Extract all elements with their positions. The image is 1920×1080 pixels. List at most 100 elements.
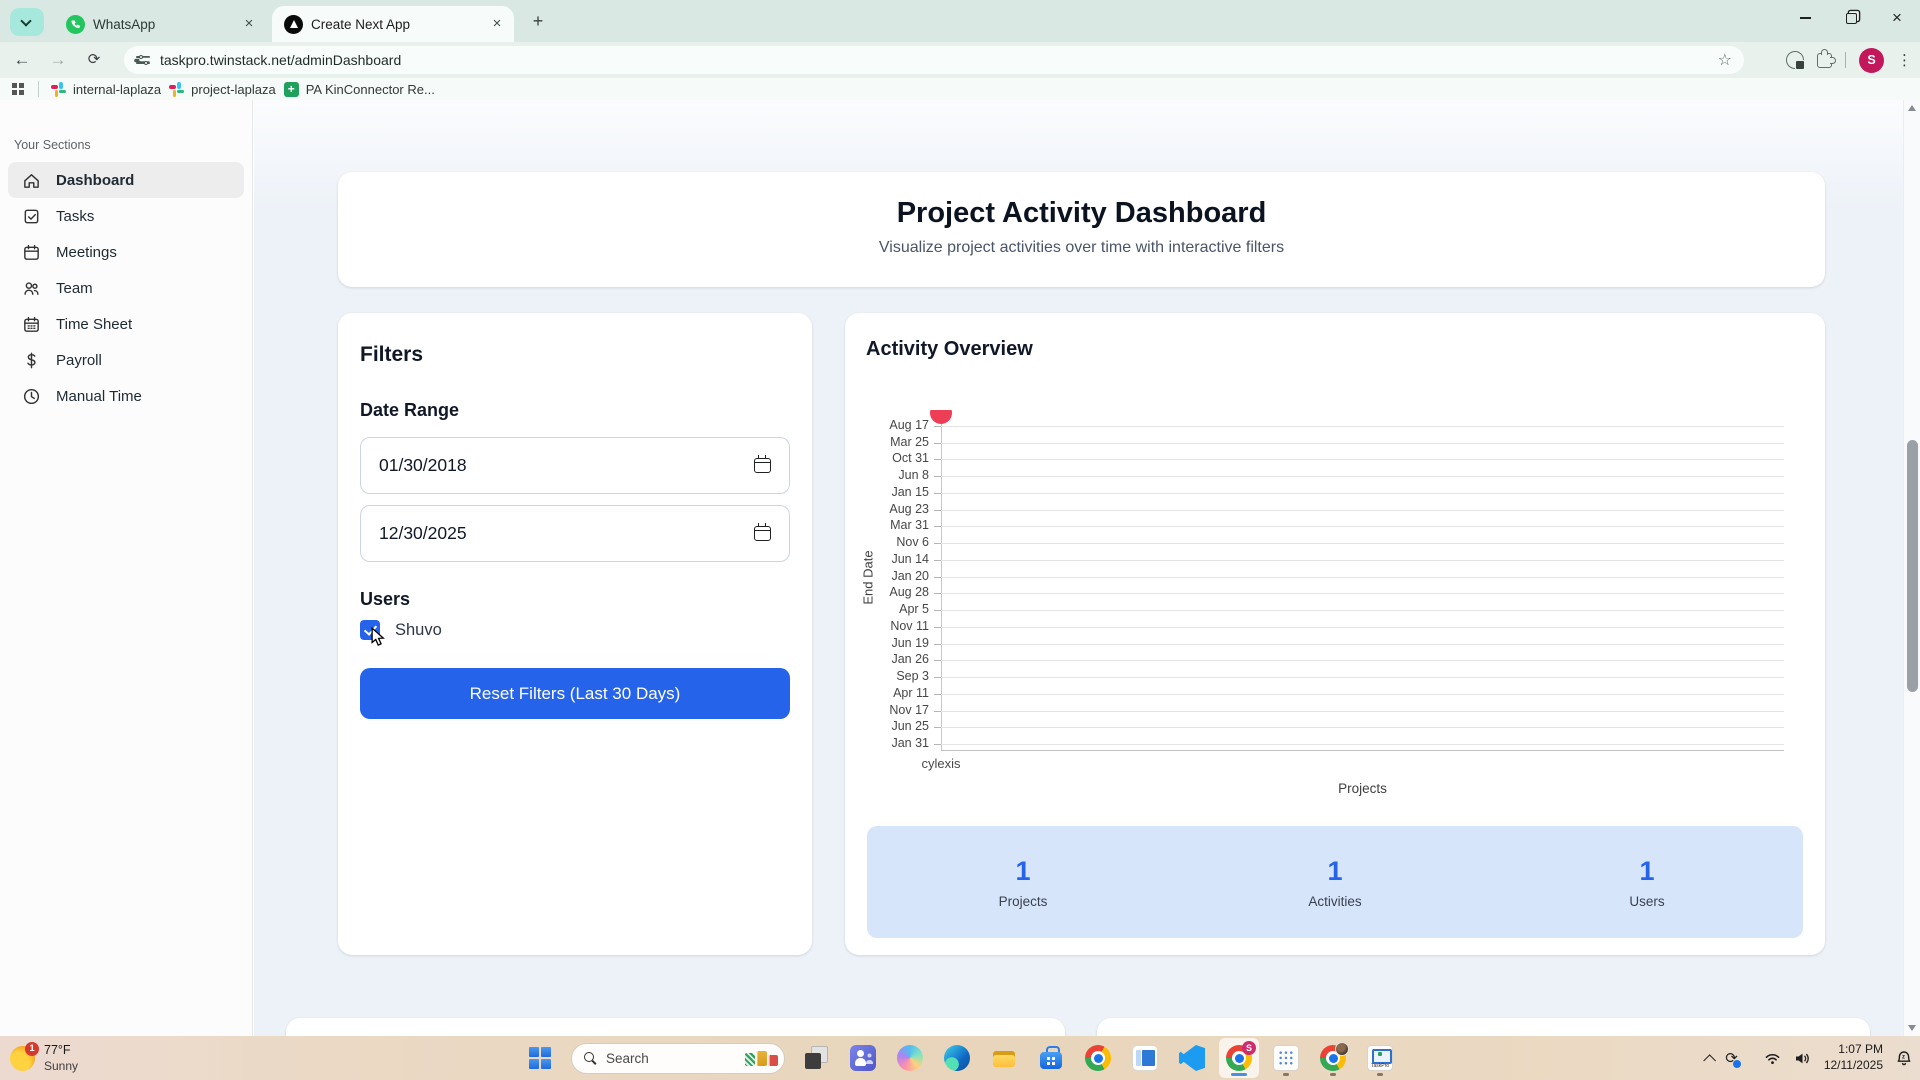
wifi-icon[interactable]	[1764, 1051, 1781, 1065]
chart-gridline	[941, 694, 1784, 695]
photos-app-button[interactable]	[1125, 1038, 1165, 1078]
profile-avatar[interactable]: S	[1859, 48, 1884, 73]
file-explorer-app-button[interactable]	[984, 1038, 1024, 1078]
stat-label: Activities	[1179, 894, 1491, 909]
extensions-icon[interactable]	[1817, 53, 1832, 68]
reset-filters-button[interactable]: Reset Filters (Last 30 Days)	[360, 668, 790, 719]
teams-app-button[interactable]	[843, 1038, 883, 1078]
sidebar-item-team[interactable]: Team	[8, 270, 244, 306]
minimize-button[interactable]	[1782, 0, 1828, 36]
chrome-avatar-app-button[interactable]	[1313, 1038, 1353, 1078]
whatsapp-icon	[66, 15, 85, 34]
start-button[interactable]	[520, 1038, 560, 1078]
running-app-indicator	[1377, 1073, 1383, 1076]
sidebar-item-manual-time[interactable]: Manual Time	[8, 378, 244, 414]
snip-layers-app-button[interactable]	[796, 1038, 836, 1078]
chart-x-tick-label: cylexis	[891, 756, 991, 771]
edge-app-button[interactable]	[937, 1038, 977, 1078]
stat-value: 1	[1179, 856, 1491, 887]
toolbar-right: S ⋮	[1786, 46, 1912, 74]
restore-button[interactable]	[1828, 0, 1874, 36]
bookmark-item[interactable]: internal-laplaza	[51, 82, 161, 97]
volume-icon[interactable]	[1794, 1051, 1811, 1066]
vscode-app-button[interactable]	[1172, 1038, 1212, 1078]
weather-widget[interactable]: 1 77°F Sunny	[10, 1036, 78, 1080]
taskpro-app-button[interactable]: TaskPro	[1360, 1038, 1400, 1078]
chart-y-tick-label: Aug 23	[845, 502, 929, 516]
main-content: Project Activity Dashboard Visualize pro…	[254, 100, 1903, 1036]
reload-button[interactable]: ⟳	[80, 46, 108, 74]
close-icon[interactable]: ×	[240, 15, 258, 33]
sidebar-item-payroll[interactable]: Payroll	[8, 342, 244, 378]
page-scrollbar[interactable]	[1903, 100, 1920, 1036]
close-icon[interactable]: ×	[488, 15, 506, 33]
page-subtitle: Visualize project activities over time w…	[338, 239, 1825, 257]
chrome-app-button[interactable]	[1078, 1038, 1118, 1078]
calendar-picker-icon[interactable]	[754, 526, 771, 541]
summary-stats-bar: 1Projects1Activities1Users	[867, 826, 1803, 938]
end-date-field[interactable]	[360, 505, 790, 562]
back-button[interactable]: ←	[8, 46, 36, 74]
sidebar-item-label: Meetings	[56, 244, 117, 261]
sidebar-item-label: Payroll	[56, 352, 102, 369]
user-checkbox-row[interactable]: Shuvo	[360, 619, 790, 641]
notification-badge: 1	[25, 1042, 39, 1056]
data-point-cylexis[interactable]	[930, 410, 952, 424]
chart-tick-mark	[934, 610, 941, 611]
svg-text:z: z	[1902, 1054, 1905, 1060]
date-range-label: Date Range	[360, 400, 790, 421]
user-checkbox-label[interactable]: Shuvo	[395, 621, 442, 640]
tray-chevron-up-icon[interactable]	[1704, 1054, 1717, 1067]
scrollbar-thumb[interactable]	[1907, 440, 1918, 692]
chart-y-tick-label: Jan 20	[845, 569, 929, 583]
start-date-input[interactable]	[379, 455, 679, 476]
end-date-input[interactable]	[379, 523, 679, 544]
apps-grid-icon[interactable]	[12, 83, 24, 95]
remote-grid-app-button[interactable]	[1266, 1038, 1306, 1078]
sidebar-item-dashboard[interactable]: Dashboard	[8, 162, 244, 198]
url-text[interactable]: taskpro.twinstack.net/adminDashboard	[160, 52, 401, 68]
tab-search-button[interactable]	[10, 8, 44, 36]
new-tab-button[interactable]: +	[526, 10, 550, 34]
activity-overview-card: Activity Overview End Date cylexis Proje…	[845, 313, 1825, 955]
chart-y-tick-label: Mar 31	[845, 518, 929, 532]
sidebar-item-time-sheet[interactable]: Time Sheet	[8, 306, 244, 342]
chart-gridline	[941, 711, 1784, 712]
password-manager-icon[interactable]	[1786, 51, 1804, 69]
bookmark-item[interactable]: +PA KinConnector Re...	[284, 82, 435, 97]
scroll-down-icon[interactable]	[1908, 1025, 1916, 1031]
sidebar-item-tasks[interactable]: Tasks	[8, 198, 244, 234]
windows-logo-icon	[529, 1047, 551, 1069]
chart-gridline	[941, 744, 1784, 745]
users-label: Users	[360, 589, 790, 610]
close-window-button[interactable]: ×	[1874, 0, 1920, 36]
start-date-field[interactable]	[360, 437, 790, 494]
scroll-up-icon[interactable]	[1908, 105, 1916, 111]
forward-button[interactable]: →	[44, 46, 72, 74]
tab-create-next-app[interactable]: Create Next App ×	[272, 6, 514, 42]
stat-activities: 1 Activities	[1179, 856, 1491, 909]
microsoft-store-app-button[interactable]	[1031, 1038, 1071, 1078]
lower-left-card-partial	[286, 1018, 1065, 1036]
taskbar-search[interactable]	[571, 1043, 785, 1074]
tab-whatsapp[interactable]: WhatsApp ×	[54, 6, 266, 42]
clock-widget[interactable]: 1:07 PM 12/11/2025	[1824, 1042, 1883, 1073]
sidebar-item-meetings[interactable]: Meetings	[8, 234, 244, 270]
bookmark-item[interactable]: project-laplaza	[169, 82, 276, 97]
chart-gridline	[941, 660, 1784, 661]
notifications-bell-icon[interactable]: z	[1896, 1050, 1912, 1067]
address-bar[interactable]: taskpro.twinstack.net/adminDashboard ☆	[124, 46, 1744, 74]
copilot-app-button[interactable]	[890, 1038, 930, 1078]
bookmark-star-icon[interactable]: ☆	[1718, 50, 1732, 70]
search-input[interactable]	[606, 1051, 716, 1066]
calendar-grid-icon	[22, 315, 41, 334]
browser-menu-icon[interactable]: ⋮	[1897, 51, 1912, 69]
chart-y-tick-label: Jun 14	[845, 552, 929, 566]
chart-y-tick-label: Apr 5	[845, 602, 929, 616]
stat-value: 1	[1491, 856, 1803, 887]
site-settings-icon[interactable]	[136, 54, 150, 66]
chrome-profile-app-button[interactable]: S	[1219, 1038, 1259, 1078]
chart-y-tick-label: Aug 17	[845, 418, 929, 432]
weather-condition: Sunny	[44, 1059, 78, 1073]
calendar-picker-icon[interactable]	[754, 458, 771, 473]
